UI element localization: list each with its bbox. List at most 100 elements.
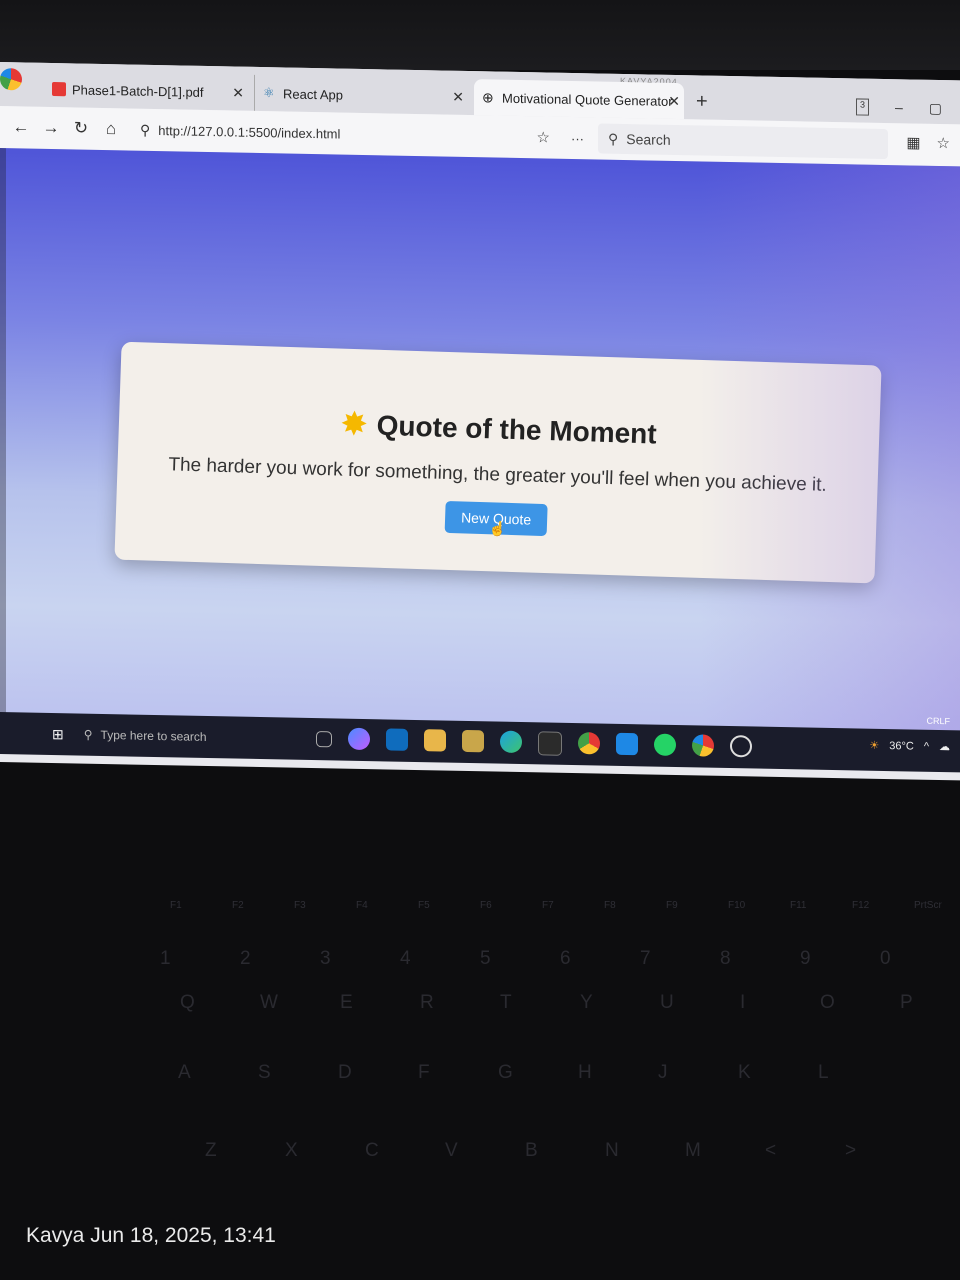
key[interactable]: F12 <box>852 900 872 911</box>
key[interactable]: M <box>685 1140 765 1162</box>
photo-caption: Kavya Jun 18, 2025, 13:41 <box>26 1224 276 1247</box>
key[interactable]: J <box>658 1062 738 1084</box>
key[interactable]: F11 <box>790 900 810 911</box>
new-tab-button[interactable]: + <box>696 83 708 119</box>
key[interactable]: < <box>765 1140 845 1162</box>
key[interactable]: T <box>500 992 580 1014</box>
home-icon[interactable]: ⌂ <box>102 119 120 139</box>
maximize-icon[interactable]: ▢ <box>929 100 942 117</box>
close-icon[interactable]: ✕ <box>452 88 464 105</box>
search-bar[interactable]: ⚲ Search <box>598 123 888 160</box>
key[interactable]: C <box>365 1140 445 1162</box>
taskbar-search[interactable]: ⚲ Type here to search <box>84 714 304 760</box>
key[interactable]: E <box>340 992 420 1014</box>
key[interactable]: 4 <box>400 948 480 970</box>
close-icon[interactable]: ✕ <box>232 84 244 101</box>
tab-pdf[interactable]: Phase1-Batch-D[1].pdf ✕ <box>44 71 254 111</box>
back-arrow-icon[interactable]: ← <box>12 117 30 137</box>
key[interactable]: F5 <box>418 900 438 911</box>
key[interactable]: L <box>818 1062 898 1084</box>
key[interactable]: 2 <box>240 948 320 970</box>
key[interactable]: F9 <box>666 900 686 911</box>
address-bar[interactable]: ⚲ http://127.0.0.1:5500/index.html ☆ ··· <box>140 115 584 153</box>
key[interactable]: 8 <box>720 948 800 970</box>
pdf-icon <box>52 81 66 97</box>
key[interactable]: F7 <box>542 900 562 911</box>
key[interactable]: Z <box>205 1140 285 1162</box>
key[interactable]: F4 <box>356 900 376 911</box>
keyboard-row: ASDFGHJKL <box>178 1062 898 1084</box>
key[interactable]: F3 <box>294 900 314 911</box>
key[interactable]: I <box>740 992 820 1014</box>
weather-icon[interactable]: ☀ <box>869 739 879 752</box>
file-explorer-icon[interactable] <box>423 729 446 752</box>
key[interactable]: A <box>178 1062 258 1084</box>
tab-react-app[interactable]: ⚛ React App ✕ <box>254 74 474 116</box>
key[interactable]: F6 <box>480 900 500 911</box>
chatgpt-icon[interactable] <box>729 735 752 758</box>
task-view-icon[interactable] <box>315 731 332 748</box>
key[interactable]: P <box>900 992 960 1014</box>
tab-count-badge[interactable]: 3 <box>855 98 869 116</box>
key[interactable]: H <box>578 1062 658 1084</box>
bookmark-star-icon[interactable]: ☆ <box>537 128 550 146</box>
tab-motivational-quote[interactable]: ⊕ Motivational Quote Generator ✕ <box>474 79 684 120</box>
key[interactable]: O <box>820 992 900 1014</box>
key[interactable]: W <box>260 992 340 1014</box>
key[interactable]: X <box>285 1140 365 1162</box>
chrome-icon[interactable] <box>577 732 600 755</box>
more-menu-icon[interactable]: ··· <box>571 130 584 145</box>
key[interactable]: V <box>445 1140 525 1162</box>
key[interactable]: F10 <box>728 900 748 911</box>
key[interactable]: 9 <box>800 948 880 970</box>
key[interactable]: R <box>420 992 500 1014</box>
key[interactable]: F1 <box>170 900 190 911</box>
globe-icon: ⊕ <box>482 89 494 106</box>
terminal-icon[interactable] <box>537 731 562 756</box>
reload-icon[interactable]: ↻ <box>72 118 90 138</box>
outlook-icon[interactable] <box>385 728 408 751</box>
key[interactable]: F2 <box>232 900 252 911</box>
browser-icon[interactable] <box>691 734 714 757</box>
key[interactable]: D <box>338 1062 418 1084</box>
key[interactable]: 7 <box>640 948 720 970</box>
temperature[interactable]: 36°C <box>889 740 914 752</box>
cloud-icon[interactable]: ☁ <box>939 740 950 753</box>
key[interactable]: S <box>258 1062 338 1084</box>
key[interactable]: PrtScr <box>914 900 942 911</box>
taskbar-search-placeholder: Type here to search <box>100 727 207 744</box>
chevron-up-icon[interactable]: ^ <box>924 740 929 752</box>
key[interactable]: > <box>845 1140 925 1162</box>
key[interactable]: B <box>525 1140 605 1162</box>
whatsapp-icon[interactable] <box>653 733 676 756</box>
line-ending-indicator[interactable]: CRLF <box>926 716 950 726</box>
apps-grid-icon[interactable]: ▦ <box>906 133 920 151</box>
key[interactable]: Q <box>180 992 260 1014</box>
edge-icon[interactable] <box>499 730 522 754</box>
favorites-icon[interactable]: ☆ <box>937 134 950 152</box>
system-tray: ☀ 36°C ^ ☁ <box>869 739 950 754</box>
key[interactable]: K <box>738 1062 818 1084</box>
key[interactable]: F8 <box>604 900 624 911</box>
key[interactable]: 0 <box>880 948 960 970</box>
new-quote-button[interactable]: New Quote ☝ <box>444 500 548 537</box>
key[interactable]: 3 <box>320 948 400 970</box>
search-placeholder: Search <box>626 131 671 148</box>
forward-arrow-icon[interactable]: → <box>42 118 60 138</box>
key[interactable]: 6 <box>560 948 640 970</box>
tab-label: Motivational Quote Generator <box>502 90 673 109</box>
vscode-icon[interactable] <box>615 732 638 756</box>
key[interactable]: F <box>418 1062 498 1084</box>
key[interactable]: Y <box>580 992 660 1014</box>
close-icon[interactable]: ✕ <box>668 92 680 109</box>
key[interactable]: N <box>605 1140 685 1162</box>
minimize-icon[interactable]: – <box>895 99 903 116</box>
key[interactable]: 5 <box>480 948 560 970</box>
windows-start-icon[interactable]: ⊞ <box>52 725 64 742</box>
browser-logo-icon[interactable] <box>0 68 22 91</box>
key[interactable]: G <box>498 1062 578 1084</box>
copilot-icon[interactable] <box>347 727 370 751</box>
key[interactable]: U <box>660 992 740 1014</box>
store-icon[interactable] <box>461 729 484 753</box>
key[interactable]: 1 <box>160 948 240 970</box>
